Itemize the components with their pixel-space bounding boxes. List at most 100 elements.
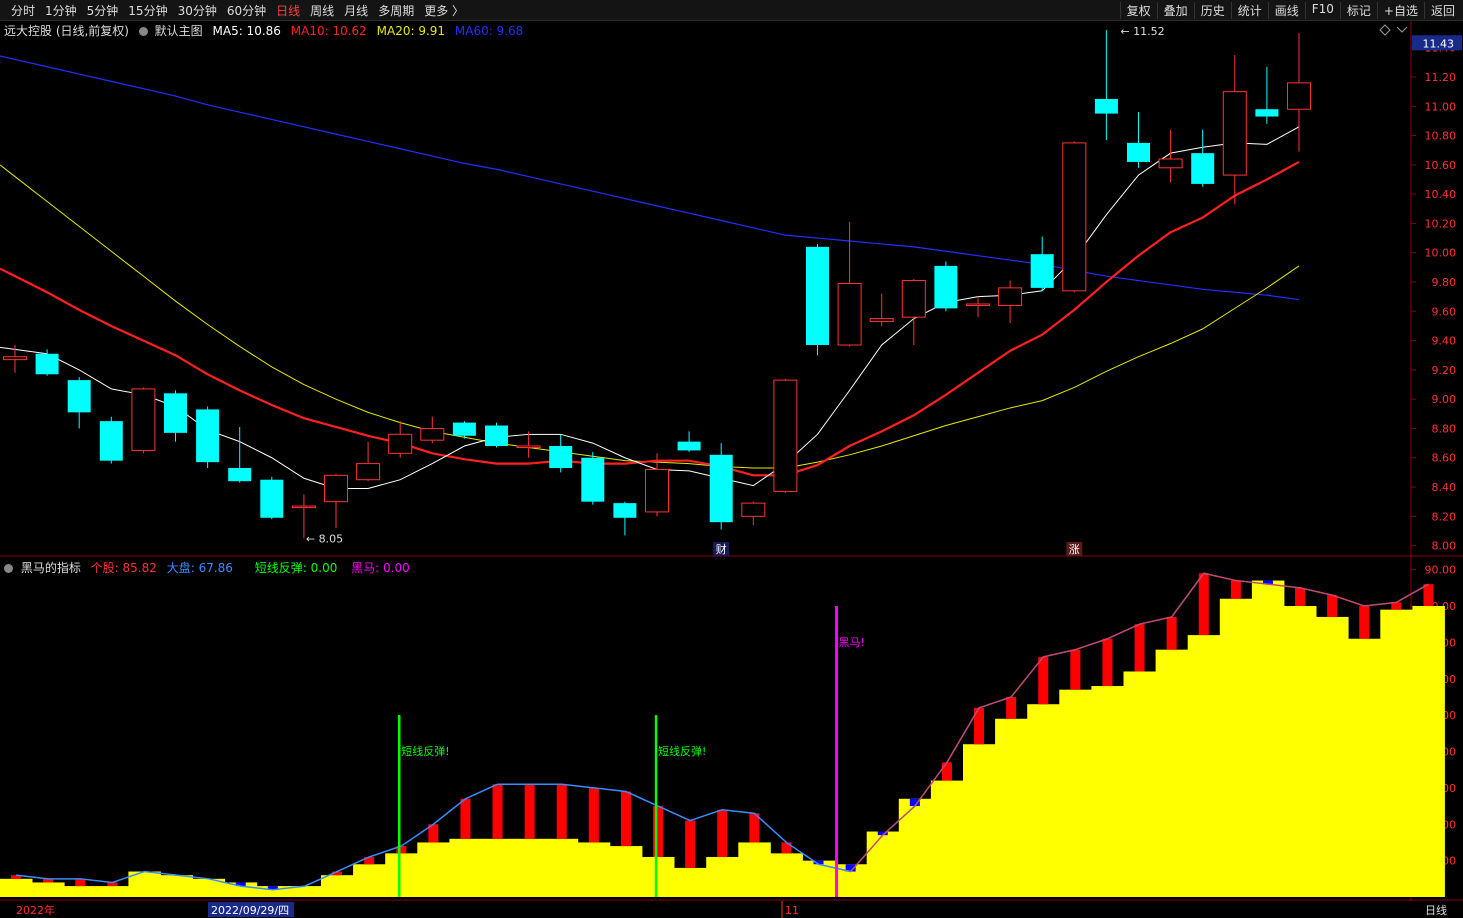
stock-excess-bar — [1166, 616, 1177, 650]
candle-body — [99, 421, 123, 461]
price-tick-label: 10.00 — [1425, 247, 1457, 260]
market-bar — [1219, 598, 1253, 897]
time-label-year: 2022年 — [16, 903, 55, 917]
candle-body — [67, 380, 91, 413]
price-tick-label: 10.80 — [1425, 130, 1457, 143]
stock-excess-bar — [556, 784, 567, 839]
candle-body — [1030, 254, 1054, 288]
stock-excess-bar — [1230, 580, 1241, 599]
rebound-annotation: 短线反弹! — [401, 744, 449, 758]
stock-excess-bar — [1198, 573, 1209, 636]
price-tick-label: 8.80 — [1432, 422, 1457, 435]
market-bar — [160, 875, 193, 897]
market-bar — [866, 831, 900, 897]
price-tick-label: 8.20 — [1432, 510, 1457, 523]
ma20-line — [0, 164, 1300, 469]
market-bar — [770, 853, 803, 897]
price-tick-label: 8.00 — [1432, 540, 1457, 553]
time-label-month: 11 — [785, 904, 799, 917]
candle-body — [966, 303, 990, 306]
candle-body — [35, 353, 59, 375]
candle-body — [549, 446, 573, 468]
market-bar — [738, 842, 771, 897]
stock-excess-bar — [524, 784, 535, 839]
stock-excess-bar — [941, 762, 952, 781]
stock-title: 远大控股 (日线,前复权) — [4, 24, 129, 38]
candle-body — [1127, 142, 1150, 162]
rebound-annotation: 短线反弹! — [658, 744, 706, 758]
price-tick-label: 8.60 — [1432, 452, 1457, 465]
candle-body — [998, 287, 1023, 306]
stock-excess-bar — [1070, 649, 1081, 690]
candle-body — [485, 425, 508, 447]
template-dot-icon[interactable] — [138, 27, 148, 36]
candle-body — [196, 409, 220, 463]
candle-body — [131, 388, 156, 451]
stock-excess-bar — [620, 791, 631, 847]
market-bar — [1123, 671, 1156, 897]
stock-excess-bar — [1038, 656, 1049, 705]
market-bar — [545, 838, 579, 897]
stock-excess-bar — [1006, 696, 1017, 719]
stock-excess-bar — [460, 798, 471, 839]
ma20-label: MA20: 9.91 — [376, 24, 446, 38]
market-bar — [385, 853, 418, 897]
market-bar — [1187, 635, 1221, 897]
price-tick-label: 11.20 — [1425, 71, 1457, 84]
high-price-marker: ← 11.52 — [1120, 25, 1164, 38]
candle-body — [388, 433, 413, 454]
market-bar — [1412, 606, 1445, 897]
stock-excess-bar — [1359, 606, 1370, 639]
candle-body — [581, 457, 605, 502]
main-chart-header: 远大控股 (日线,前复权) 默认主图 MA5: 10.86 MA10: 10.6… — [4, 22, 523, 39]
candle-body — [291, 505, 316, 509]
market-bar — [96, 886, 129, 897]
market-bar — [481, 838, 514, 897]
stock-excess-bar — [1134, 624, 1145, 672]
price-tick-label: 9.60 — [1432, 305, 1457, 318]
market-bar — [64, 886, 97, 897]
stock-excess-bar — [653, 806, 664, 857]
event-marker-zhang: 涨 — [1069, 543, 1080, 556]
market-bar — [609, 846, 643, 897]
market-bar — [417, 842, 450, 897]
price-tick-label: 9.20 — [1432, 364, 1457, 377]
stock-excess-bar — [1102, 638, 1113, 687]
market-score-label: 大盘: 67.86 — [166, 561, 233, 575]
low-price-marker: ← 8.05 — [306, 532, 343, 545]
market-bar — [995, 718, 1028, 897]
market-bar — [1059, 689, 1092, 897]
stock-chart[interactable]: 11.4011.2011.0010.8010.6010.4010.2010.00… — [0, 0, 1463, 918]
stock-excess-bar — [685, 820, 696, 868]
candle-body — [1062, 142, 1087, 292]
time-cursor-label: 2022/09/29/四 — [211, 904, 289, 917]
price-tick-label: 9.40 — [1432, 335, 1457, 348]
candle-body — [452, 422, 476, 436]
ma60-line — [0, 55, 1300, 301]
indicator-tick-label: 90.00 — [1425, 564, 1457, 577]
candle-body — [1222, 91, 1247, 176]
candle-body — [645, 468, 669, 513]
stock-excess-bar — [1295, 587, 1306, 607]
stock-score-label: 个股: 85.82 — [90, 561, 157, 575]
template-name[interactable]: 默认主图 — [155, 24, 203, 38]
stock-excess-bar — [717, 809, 728, 857]
price-tick-label: 8.40 — [1432, 481, 1457, 494]
stock-excess-bar — [1423, 584, 1434, 607]
candle-body — [516, 445, 541, 449]
market-bar — [577, 842, 611, 897]
indicator-title[interactable]: 黑马的指标 — [21, 561, 81, 575]
candle-body — [1255, 109, 1279, 117]
candle-body — [741, 502, 766, 517]
indicator-collapse-icon[interactable] — [4, 564, 13, 573]
market-bar — [1348, 638, 1381, 897]
candle-body — [837, 282, 862, 346]
ma10-label: MA10: 10.62 — [290, 24, 367, 38]
candle-body — [3, 356, 27, 361]
dark-horse-annotation: 黑马! — [839, 636, 865, 649]
market-bar — [513, 838, 547, 897]
sub-chart-header: 黑马的指标 个股: 85.82 大盘: 67.86 短线反弹: 0.00 黑马:… — [4, 559, 410, 576]
market-bar — [321, 875, 354, 897]
candle-body — [1158, 158, 1183, 169]
stock-excess-bar — [749, 813, 760, 843]
